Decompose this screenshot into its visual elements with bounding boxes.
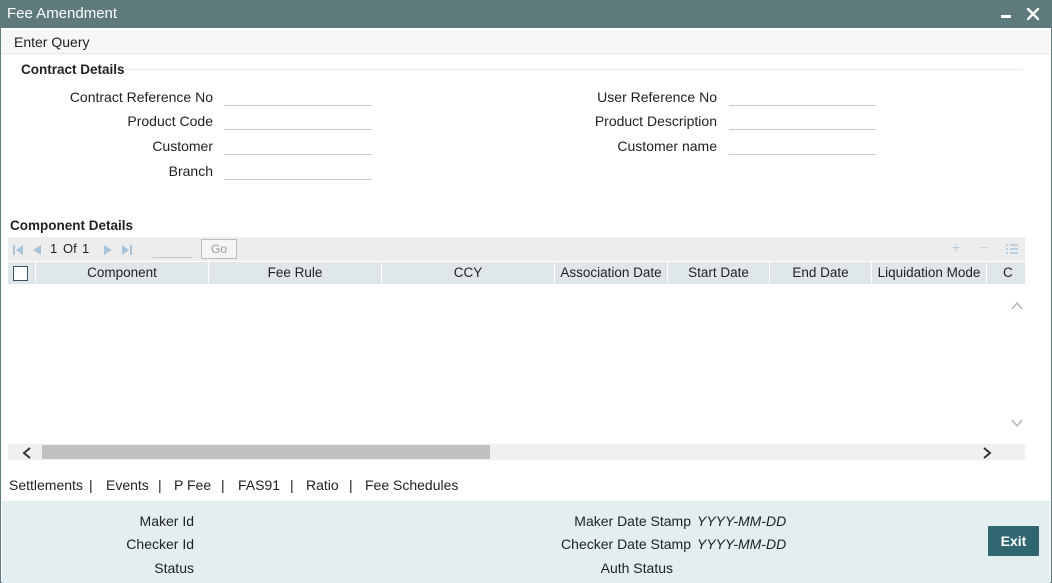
close-icon[interactable] [1023,4,1043,24]
previous-page-icon[interactable] [31,243,43,255]
audit-footer: Maker Id Checker Id Status Maker Date St… [2,501,1050,583]
column-header[interactable]: Fee Rule [209,262,382,284]
tab-settlements[interactable]: Settlements [9,477,83,493]
column-header[interactable]: Start Date [668,262,770,284]
customer-label: Customer [152,138,213,154]
customer-name-input[interactable] [729,135,876,155]
page-of-label: Of [63,241,77,256]
next-page-icon[interactable] [102,243,114,255]
component-details-title: Component Details [10,218,134,233]
fee-amendment-window: Fee Amendment Enter Query Contract Detai… [0,0,1052,583]
checker-date-stamp-label: Checker Date Stamp [561,536,691,552]
product-description-input[interactable] [729,110,876,130]
column-header[interactable]: Liquidation Mode [872,262,987,284]
contract-details-divider [125,69,1021,70]
select-all-cell [8,262,36,284]
horizontal-scroll-thumb[interactable] [42,445,490,459]
tab-ratio[interactable]: Ratio [306,477,339,493]
grid-body [8,284,1025,444]
checker-id-label: Checker Id [126,536,194,552]
column-header[interactable]: CCY [382,262,555,284]
scroll-up-icon[interactable] [1011,298,1023,314]
grid-header: Component Fee Rule CCY Association Date … [8,262,1025,284]
customer-input[interactable] [224,135,372,155]
product-description-label: Product Description [594,113,717,129]
user-reference-no-label: User Reference No [597,89,717,105]
go-button[interactable]: Go [201,239,237,259]
minimize-icon[interactable] [999,4,1015,24]
column-header[interactable]: Association Date [555,262,668,284]
auth-status-label: Auth Status [600,560,673,576]
horizontal-scrollbar[interactable] [8,444,1025,460]
tab-p-fee[interactable]: P Fee [174,477,211,493]
column-header[interactable]: C [987,262,1025,284]
toolbar: Enter Query [2,30,1050,54]
page-number-input[interactable] [153,240,193,258]
scroll-left-icon[interactable] [22,446,32,462]
tab-fas91[interactable]: FAS91 [238,477,280,493]
window-title: Fee Amendment [7,5,118,22]
vertical-scrollbar[interactable] [1009,284,1025,444]
tab-fee-schedules[interactable]: Fee Schedules [365,477,458,493]
add-row-icon[interactable]: + [948,240,964,258]
maker-date-stamp-value: YYYY-MM-DD [697,513,787,529]
maker-date-stamp-label: Maker Date Stamp [574,513,691,529]
last-page-icon[interactable] [121,243,133,255]
exit-button[interactable]: Exit [988,526,1039,556]
maker-id-label: Maker Id [139,513,194,529]
customer-name-label: Customer name [617,138,717,154]
checker-date-stamp-value: YYYY-MM-DD [697,536,787,552]
grid-pager-toolbar: 1 Of 1 Go + − [8,237,1025,261]
total-pages: 1 [82,241,90,256]
current-page: 1 [50,241,58,256]
branch-label: Branch [168,163,213,179]
delete-row-icon[interactable]: − [976,240,992,258]
tab-separator: | [89,477,93,493]
select-all-checkbox[interactable] [13,266,28,281]
scroll-down-icon[interactable] [1011,415,1023,431]
enter-query-button[interactable]: Enter Query [14,34,89,50]
product-code-input[interactable] [224,110,372,130]
column-header[interactable]: Component [36,262,209,284]
first-page-icon[interactable] [12,243,24,255]
tab-separator: | [349,477,353,493]
tab-events[interactable]: Events [106,477,149,493]
tab-separator: | [158,477,162,493]
user-reference-no-input[interactable] [729,86,876,106]
contract-details-title: Contract Details [21,62,125,77]
column-header[interactable]: End Date [770,262,872,284]
single-view-icon[interactable] [1004,240,1020,258]
title-bar: Fee Amendment [1,1,1051,28]
tab-separator: | [290,477,294,493]
branch-input[interactable] [224,160,372,180]
contract-reference-no-input[interactable] [224,86,372,106]
contract-reference-no-label: Contract Reference No [69,89,213,105]
product-code-label: Product Code [127,113,213,129]
status-label: Status [154,560,194,576]
tab-separator: | [221,477,225,493]
scroll-right-icon[interactable] [982,446,992,462]
subsystem-tabs: Settlements | Events | P Fee | FAS91 | R… [1,470,1051,500]
